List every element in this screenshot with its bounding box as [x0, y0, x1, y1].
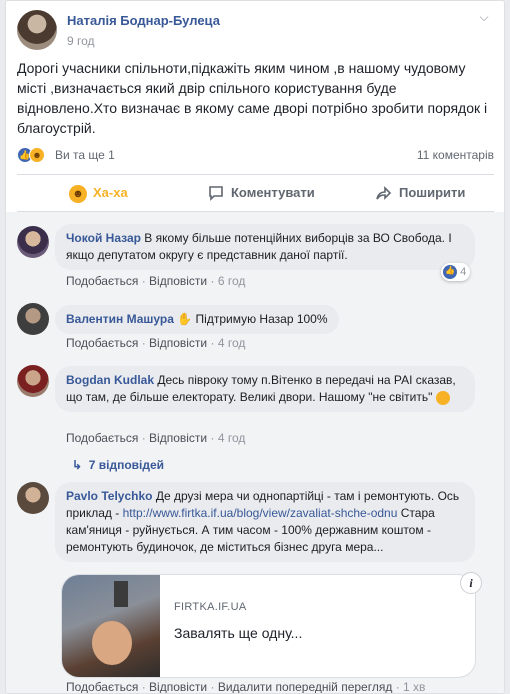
link-preview-thumbnail [62, 575, 160, 677]
comment-label: Коментувати [231, 185, 315, 200]
post-author[interactable]: Наталія Боднар-Булеца [67, 13, 220, 28]
comment-icon [207, 185, 225, 203]
comments-section: Чокой Назар В якому більше потенційних в… [6, 212, 504, 693]
separator: · [141, 431, 146, 445]
reaction-count: 4 [460, 266, 467, 278]
haha-icon: ☻ [69, 184, 87, 203]
separator: · [210, 680, 215, 694]
comment-time[interactable]: 6 год [218, 274, 246, 288]
post-header: Наталія Боднар-Булеца 9 год ⌵ [17, 10, 494, 52]
reply-link[interactable]: Відповісти [149, 336, 207, 350]
separator: · [141, 274, 146, 288]
post-stats: 👍 ☻ Ви та ще 1 11 коментарів [17, 146, 494, 164]
comment-bubble: Pavlo Telychko Де друзі мера чи однопарт… [55, 482, 475, 562]
reply-arrow-icon: ↳ [72, 458, 83, 472]
reply-link[interactable]: Відповісти [149, 431, 207, 445]
haha-icon: ☻ [29, 147, 45, 163]
post-card: Наталія Боднар-Булеца 9 год ⌵ Дорогі уча… [5, 0, 505, 694]
post-text: Дорогі учасники спільноти,підкажіть яким… [17, 60, 488, 136]
share-icon [375, 185, 393, 203]
post-time[interactable]: 9 год [67, 34, 95, 48]
comment-meta: Подобається · Відповісти · 4 год [66, 431, 245, 445]
comment-time[interactable]: 1 хв [403, 680, 425, 693]
share-label: Поширити [399, 185, 466, 200]
avatar[interactable] [17, 365, 49, 397]
reply-link[interactable]: Відповісти [149, 680, 207, 693]
like-icon: 👍 [443, 265, 457, 280]
avatar[interactable] [17, 303, 49, 335]
avatar[interactable] [17, 482, 49, 514]
comment-button[interactable]: Коментувати [207, 175, 315, 211]
separator: · [210, 336, 215, 350]
hide-preview-link[interactable]: Видалити попередній перегляд [218, 680, 393, 693]
author-avatar[interactable] [17, 10, 57, 50]
post-actions: ☻ Ха-ха Коментувати Поширити [17, 174, 494, 212]
like-link[interactable]: Подобається [66, 680, 138, 693]
comment-time[interactable]: 4 год [218, 336, 246, 350]
comments-count[interactable]: 11 коментарів [417, 148, 494, 162]
comment-time[interactable]: 4 год [218, 431, 246, 445]
link-preview-title: Завалять ще одну... [174, 625, 303, 641]
like-link[interactable]: Подобається [66, 274, 138, 288]
comment-meta: Подобається · Відповісти · Видалити попе… [66, 680, 425, 694]
comment-author[interactable]: Валентин Машура [66, 312, 174, 326]
reply-link[interactable]: Відповісти [149, 274, 207, 288]
comment-text: Підтримую Назар 100% [195, 312, 328, 326]
sad-emoji-icon [435, 390, 450, 405]
reactions-text[interactable]: Ви та ще 1 [55, 148, 115, 162]
comment-bubble: Чокой Назар В якому більше потенційних в… [55, 224, 475, 270]
haha-label: Ха-ха [93, 185, 128, 200]
comment-author[interactable]: Bogdan Kudlak [66, 373, 154, 387]
comment-bubble: Валентин Машура ✋ Підтримую Назар 100% [55, 305, 339, 334]
separator: · [141, 336, 146, 350]
comment-author[interactable]: Чокой Назар [66, 231, 141, 245]
separator: · [210, 431, 215, 445]
separator: · [395, 680, 400, 694]
link-preview-card[interactable]: FIRTKA.IF.UA Завалять ще одну... [61, 574, 476, 678]
link-preview-domain: FIRTKA.IF.UA [174, 601, 247, 613]
share-button[interactable]: Поширити [375, 175, 465, 211]
comment-meta: Подобається · Відповісти · 6 год [66, 274, 245, 288]
comment-author[interactable]: Pavlo Telychko [66, 489, 152, 503]
chevron-down-icon[interactable]: ⌵ [474, 10, 494, 30]
comment-link[interactable]: http://www.firtka.if.ua/blog/view/zavali… [123, 506, 398, 520]
separator: · [141, 680, 146, 694]
wave-emoji-icon: ✋ [177, 312, 193, 326]
info-icon[interactable]: i [460, 572, 482, 594]
replies-count: 7 відповідей [88, 458, 165, 472]
separator: · [210, 274, 215, 288]
comment-bubble: Bogdan Kudlak Десь півроку тому п.Вітенк… [55, 366, 475, 412]
like-link[interactable]: Подобається [66, 336, 138, 350]
view-replies-link[interactable]: ↳ 7 відповідей [72, 458, 164, 472]
comment-meta: Подобається · Відповісти · 4 год [66, 336, 245, 350]
like-link[interactable]: Подобається [66, 431, 138, 445]
reactions-summary[interactable]: 👍 ☻ [17, 146, 51, 164]
avatar[interactable] [17, 226, 49, 258]
comment-reaction-badge[interactable]: 👍 4 [441, 263, 471, 281]
haha-button[interactable]: ☻ Ха-ха [69, 175, 128, 211]
